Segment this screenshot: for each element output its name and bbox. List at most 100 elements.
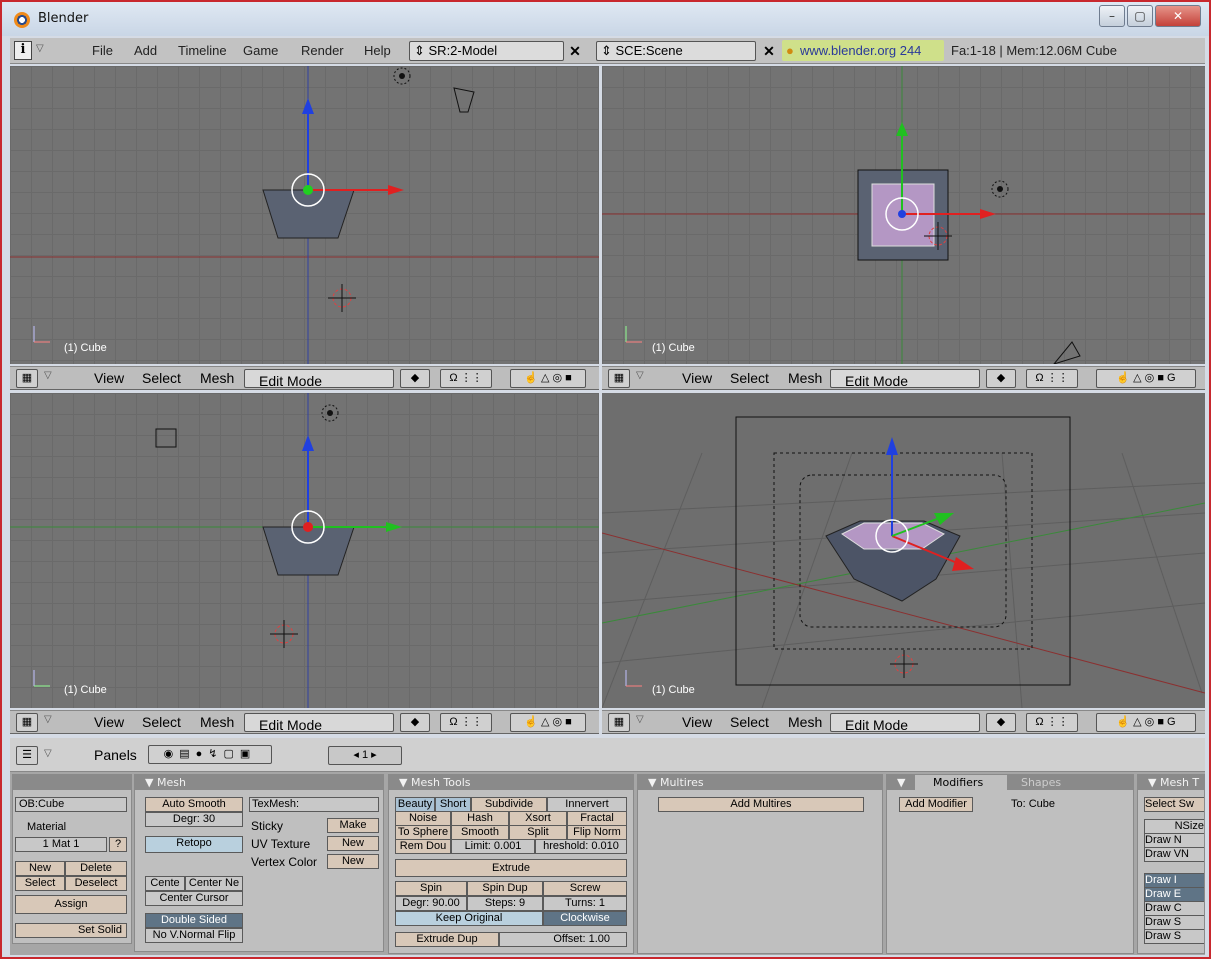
screw-button[interactable]: Screw bbox=[543, 881, 627, 896]
select-menu[interactable]: Select bbox=[730, 714, 769, 730]
manipulator-icons[interactable]: ☝ △ ◎ ■ G bbox=[1096, 713, 1196, 732]
menu-game[interactable]: Game bbox=[243, 43, 278, 58]
camera-icon[interactable] bbox=[453, 87, 475, 113]
draw-type-icon[interactable]: ◆ bbox=[986, 713, 1016, 732]
to-sphere-button[interactable]: To Sphere bbox=[395, 825, 451, 840]
limit-field[interactable]: Limit: 0.001 bbox=[451, 839, 535, 854]
sticky-make-button[interactable]: Make bbox=[327, 818, 379, 833]
remove-doubles-button[interactable]: Rem Dou bbox=[395, 839, 451, 854]
select-menu[interactable]: Select bbox=[142, 714, 181, 730]
scene-selector[interactable]: ⇕ SCE:Scene bbox=[596, 41, 756, 61]
extrude-dup-button[interactable]: Extrude Dup bbox=[395, 932, 499, 947]
header-collapse-icon[interactable]: ▽ bbox=[44, 370, 52, 381]
beauty-toggle[interactable]: Beauty bbox=[395, 797, 435, 812]
select-menu[interactable]: Select bbox=[142, 370, 181, 386]
texmesh-field[interactable]: TexMesh: bbox=[249, 797, 379, 812]
steps-field[interactable]: Steps: 9 bbox=[467, 896, 543, 911]
draw-normals-toggle[interactable]: Draw N bbox=[1144, 833, 1204, 848]
center-button[interactable]: Cente bbox=[145, 876, 185, 891]
spin-button[interactable]: Spin bbox=[395, 881, 467, 896]
menu-file[interactable]: File bbox=[92, 43, 113, 58]
threshold-field[interactable]: hreshold: 0.010 bbox=[535, 839, 627, 854]
add-multires-button[interactable]: Add Multires bbox=[658, 797, 864, 812]
mode-selector[interactable]: Edit Mode bbox=[830, 369, 980, 389]
context-buttons[interactable]: ◉▤●↯▢▣ bbox=[148, 745, 272, 764]
shapes-tab[interactable]: Shapes bbox=[1007, 775, 1107, 790]
draw-type-icon[interactable]: ◆ bbox=[400, 369, 430, 388]
camera-icon[interactable] bbox=[1053, 341, 1081, 364]
offset-field[interactable]: Offset: 1.00 bbox=[499, 932, 627, 947]
menu-render[interactable]: Render bbox=[301, 43, 344, 58]
spin-degree-field[interactable]: Degr: 90.00 bbox=[395, 896, 467, 911]
menu-help[interactable]: Help bbox=[364, 43, 391, 58]
view-menu[interactable]: View bbox=[682, 714, 712, 730]
normal-size-field[interactable]: NSize: bbox=[1144, 819, 1204, 834]
draw-creases-toggle[interactable]: Draw C bbox=[1144, 901, 1204, 916]
camera-icon[interactable] bbox=[155, 428, 177, 448]
viewport-side[interactable]: (1) Cube bbox=[10, 393, 599, 708]
screen-selector[interactable]: ⇕ SR:2-Model bbox=[409, 41, 564, 61]
viewport-top[interactable]: (1) Cube bbox=[602, 66, 1205, 364]
header-collapse-icon[interactable]: ▽ bbox=[44, 714, 52, 725]
material-delete-button[interactable]: Delete bbox=[65, 861, 127, 876]
spin-dup-button[interactable]: Spin Dup bbox=[467, 881, 543, 896]
mode-selector[interactable]: Edit Mode bbox=[830, 713, 980, 733]
manipulator-icons[interactable]: ☝ △ ◎ ■ bbox=[510, 713, 586, 732]
window-type-icon[interactable]: ☰ bbox=[16, 746, 38, 765]
mesh-menu[interactable]: Mesh bbox=[200, 714, 234, 730]
draw-type-icon[interactable]: ◆ bbox=[986, 369, 1016, 388]
subdivide-button[interactable]: Subdivide bbox=[471, 797, 547, 812]
hash-button[interactable]: Hash bbox=[451, 811, 509, 826]
xsort-button[interactable]: Xsort bbox=[509, 811, 567, 826]
keep-original-toggle[interactable]: Keep Original bbox=[395, 911, 543, 926]
window-type-icon[interactable]: ▦ bbox=[608, 713, 630, 732]
pivot-icon[interactable]: Ω ⋮⋮ bbox=[1026, 369, 1078, 388]
smooth-degree-field[interactable]: Degr: 30 bbox=[145, 812, 243, 827]
smooth-button[interactable]: Smooth bbox=[451, 825, 509, 840]
pivot-icon[interactable]: Ω ⋮⋮ bbox=[1026, 713, 1078, 732]
no-vnormal-flip-toggle[interactable]: No V.Normal Flip bbox=[145, 928, 243, 943]
manipulator-icons[interactable]: ☝ △ ◎ ■ bbox=[510, 369, 586, 388]
modifiers-tab[interactable]: Modifiers bbox=[914, 775, 1007, 790]
material-new-button[interactable]: New bbox=[15, 861, 65, 876]
add-modifier-button[interactable]: Add Modifier bbox=[899, 797, 973, 812]
flip-normals-button[interactable]: Flip Norm bbox=[567, 825, 627, 840]
cube-mesh[interactable] bbox=[262, 526, 355, 576]
delete-scene-icon[interactable]: ✕ bbox=[760, 41, 778, 61]
center-new-button[interactable]: Center Ne bbox=[185, 876, 243, 891]
window-type-icon[interactable]: ▦ bbox=[16, 369, 38, 388]
uv-texture-new-button[interactable]: New bbox=[327, 836, 379, 851]
material-index[interactable]: 1 Mat 1 bbox=[15, 837, 107, 852]
close-button[interactable]: ✕ bbox=[1155, 5, 1201, 27]
material-deselect-button[interactable]: Deselect bbox=[65, 876, 127, 891]
extrude-button[interactable]: Extrude bbox=[395, 859, 627, 877]
select-swap-button[interactable]: Select Sw bbox=[1144, 797, 1204, 812]
draw-sharp-toggle[interactable]: Draw S bbox=[1144, 929, 1204, 944]
object-name-field[interactable]: OB:Cube bbox=[15, 797, 127, 812]
mesh-menu[interactable]: Mesh bbox=[788, 714, 822, 730]
draw-type-icon[interactable]: ◆ bbox=[400, 713, 430, 732]
material-assign-button[interactable]: Assign bbox=[15, 895, 127, 914]
pivot-icon[interactable]: Ω ⋮⋮ bbox=[440, 369, 492, 388]
material-help-button[interactable]: ? bbox=[109, 837, 127, 852]
window-type-icon[interactable]: ▦ bbox=[16, 713, 38, 732]
mesh-menu[interactable]: Mesh bbox=[788, 370, 822, 386]
innervert-select[interactable]: Innervert bbox=[547, 797, 627, 812]
select-menu[interactable]: Select bbox=[730, 370, 769, 386]
view-menu[interactable]: View bbox=[682, 370, 712, 386]
retopo-button[interactable]: Retopo bbox=[145, 836, 243, 853]
window-type-icon[interactable]: ▦ bbox=[608, 369, 630, 388]
double-sided-toggle[interactable]: Double Sided bbox=[145, 913, 243, 928]
viewport-front[interactable]: (1) Cube bbox=[10, 66, 599, 364]
minimize-button[interactable]: – bbox=[1099, 5, 1125, 27]
material-select-button[interactable]: Select bbox=[15, 876, 65, 891]
menu-add[interactable]: Add bbox=[134, 43, 157, 58]
noise-button[interactable]: Noise bbox=[395, 811, 451, 826]
maximize-button[interactable]: ▢ bbox=[1127, 5, 1153, 27]
clockwise-toggle[interactable]: Clockwise bbox=[543, 911, 627, 926]
set-solid-button[interactable]: Set Solid bbox=[15, 923, 127, 938]
draw-vnormals-toggle[interactable]: Draw VN bbox=[1144, 847, 1204, 862]
header-collapse-icon[interactable]: ▽ bbox=[636, 370, 644, 381]
view-menu[interactable]: View bbox=[94, 714, 124, 730]
info-icon[interactable]: i bbox=[14, 41, 32, 60]
